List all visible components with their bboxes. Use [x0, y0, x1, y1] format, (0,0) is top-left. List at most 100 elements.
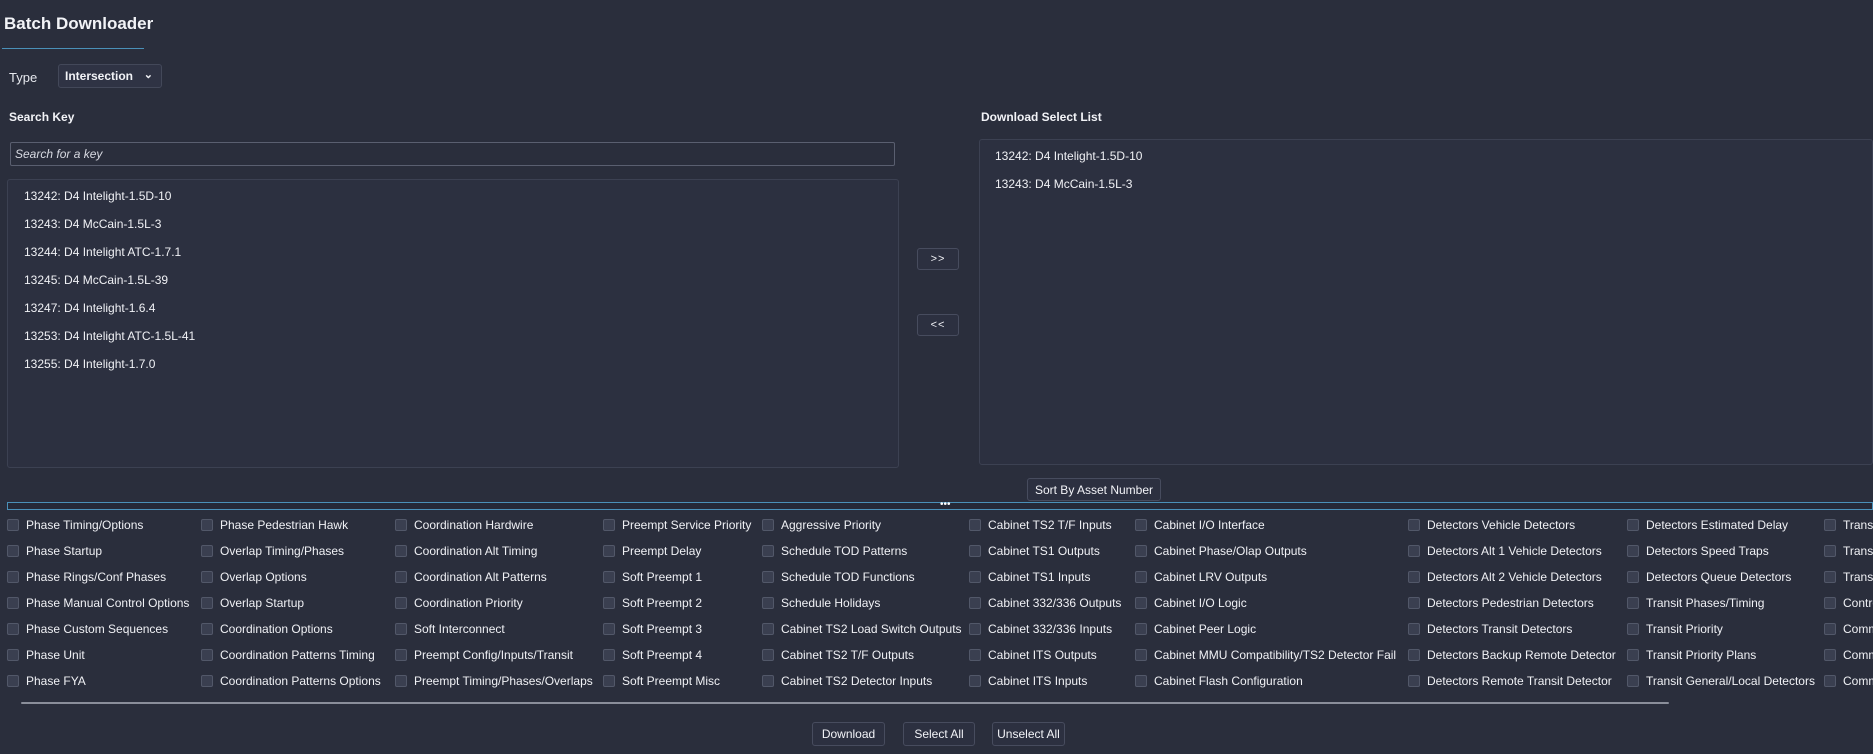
- checkbox[interactable]: [762, 519, 774, 531]
- unselect-all-button[interactable]: Unselect All: [992, 722, 1065, 746]
- checkbox[interactable]: [1135, 597, 1147, 609]
- option-checkbox-row[interactable]: Cabinet LRV Outputs: [1135, 570, 1267, 584]
- option-checkbox-row[interactable]: Phase Manual Control Options: [7, 596, 189, 610]
- checkbox[interactable]: [395, 597, 407, 609]
- checkbox[interactable]: [1408, 597, 1420, 609]
- checkbox[interactable]: [603, 649, 615, 661]
- checkbox[interactable]: [395, 519, 407, 531]
- checkbox[interactable]: [201, 623, 213, 635]
- option-checkbox-row[interactable]: Preempt Timing/Phases/Overlaps: [395, 674, 593, 688]
- option-checkbox-row[interactable]: Comm: [1824, 674, 1873, 688]
- option-checkbox-row[interactable]: Detectors Backup Remote Detector: [1408, 648, 1616, 662]
- option-checkbox-row[interactable]: Cabinet Peer Logic: [1135, 622, 1256, 636]
- checkbox[interactable]: [969, 545, 981, 557]
- checkbox[interactable]: [1135, 649, 1147, 661]
- search-results-list[interactable]: 13242: D4 Intelight-1.5D-10 13243: D4 Mc…: [7, 179, 899, 468]
- checkbox[interactable]: [1627, 675, 1639, 687]
- list-item[interactable]: 13244: D4 Intelight ATC-1.7.1: [24, 245, 181, 259]
- list-item[interactable]: 13247: D4 Intelight-1.6.4: [24, 301, 155, 315]
- list-item[interactable]: 13255: D4 Intelight-1.7.0: [24, 357, 155, 371]
- option-checkbox-row[interactable]: Cabinet I/O Logic: [1135, 596, 1247, 610]
- checkbox[interactable]: [603, 571, 615, 583]
- checkbox[interactable]: [1824, 675, 1836, 687]
- checkbox[interactable]: [201, 597, 213, 609]
- option-checkbox-row[interactable]: Cabinet TS2 T/F Outputs: [762, 648, 914, 662]
- checkbox[interactable]: [603, 519, 615, 531]
- option-checkbox-row[interactable]: Transit Priority Plans: [1627, 648, 1756, 662]
- option-checkbox-row[interactable]: Overlap Timing/Phases: [201, 544, 344, 558]
- checkbox[interactable]: [762, 675, 774, 687]
- checkbox[interactable]: [7, 519, 19, 531]
- list-item[interactable]: 13243: D4 McCain-1.5L-3: [24, 217, 161, 231]
- checkbox[interactable]: [1627, 571, 1639, 583]
- option-checkbox-row[interactable]: Detectors Alt 1 Vehicle Detectors: [1408, 544, 1602, 558]
- checkbox[interactable]: [201, 519, 213, 531]
- checkbox[interactable]: [969, 571, 981, 583]
- sort-by-asset-button[interactable]: Sort By Asset Number: [1027, 478, 1161, 501]
- option-checkbox-row[interactable]: Coordination Patterns Options: [201, 674, 381, 688]
- option-checkbox-row[interactable]: Soft Preempt 4: [603, 648, 702, 662]
- option-checkbox-row[interactable]: Cabinet TS2 T/F Inputs: [969, 518, 1112, 532]
- option-checkbox-row[interactable]: Detectors Estimated Delay: [1627, 518, 1788, 532]
- option-checkbox-row[interactable]: Coordination Patterns Timing: [201, 648, 375, 662]
- option-checkbox-row[interactable]: Cabinet TS1 Outputs: [969, 544, 1100, 558]
- option-checkbox-row[interactable]: Detectors Remote Transit Detector: [1408, 674, 1612, 688]
- option-checkbox-row[interactable]: Transit General/Local Detectors: [1627, 674, 1815, 688]
- search-input[interactable]: [10, 142, 895, 166]
- option-checkbox-row[interactable]: Soft Interconnect: [395, 622, 505, 636]
- checkbox[interactable]: [1135, 571, 1147, 583]
- option-checkbox-row[interactable]: Comm: [1824, 622, 1873, 636]
- option-checkbox-row[interactable]: Phase Custom Sequences: [7, 622, 168, 636]
- option-checkbox-row[interactable]: Cabinet 332/336 Inputs: [969, 622, 1112, 636]
- checkbox[interactable]: [1627, 597, 1639, 609]
- list-item[interactable]: 13253: D4 Intelight ATC-1.5L-41: [24, 329, 195, 343]
- checkbox[interactable]: [762, 597, 774, 609]
- option-checkbox-row[interactable]: Transi: [1824, 544, 1873, 558]
- option-checkbox-row[interactable]: Phase Rings/Conf Phases: [7, 570, 166, 584]
- checkbox[interactable]: [395, 571, 407, 583]
- option-checkbox-row[interactable]: Preempt Config/Inputs/Transit: [395, 648, 573, 662]
- option-checkbox-row[interactable]: Cabinet TS1 Inputs: [969, 570, 1091, 584]
- checkbox[interactable]: [7, 571, 19, 583]
- option-checkbox-row[interactable]: Cabinet Flash Configuration: [1135, 674, 1303, 688]
- checkbox[interactable]: [603, 545, 615, 557]
- checkbox[interactable]: [969, 649, 981, 661]
- option-checkbox-row[interactable]: Cabinet MMU Compatibility/TS2 Detector F…: [1135, 648, 1396, 662]
- checkbox[interactable]: [969, 519, 981, 531]
- option-checkbox-row[interactable]: Schedule TOD Patterns: [762, 544, 907, 558]
- option-checkbox-row[interactable]: Aggressive Priority: [762, 518, 881, 532]
- checkbox[interactable]: [7, 545, 19, 557]
- download-select-list[interactable]: 13242: D4 Intelight-1.5D-10 13243: D4 Mc…: [979, 139, 1873, 465]
- checkbox[interactable]: [1135, 623, 1147, 635]
- option-checkbox-row[interactable]: Detectors Queue Detectors: [1627, 570, 1791, 584]
- checkbox[interactable]: [1408, 649, 1420, 661]
- checkbox[interactable]: [1408, 545, 1420, 557]
- option-checkbox-row[interactable]: Comm: [1824, 648, 1873, 662]
- checkbox[interactable]: [201, 571, 213, 583]
- checkbox[interactable]: [1824, 649, 1836, 661]
- option-checkbox-row[interactable]: Overlap Startup: [201, 596, 304, 610]
- list-item[interactable]: 13245: D4 McCain-1.5L-39: [24, 273, 168, 287]
- option-checkbox-row[interactable]: Soft Preempt 1: [603, 570, 702, 584]
- option-checkbox-row[interactable]: Coordination Hardwire: [395, 518, 533, 532]
- checkbox[interactable]: [1135, 545, 1147, 557]
- checkbox[interactable]: [201, 675, 213, 687]
- checkbox[interactable]: [395, 545, 407, 557]
- checkbox[interactable]: [1627, 545, 1639, 557]
- option-checkbox-row[interactable]: Cabinet Phase/Olap Outputs: [1135, 544, 1307, 558]
- checkbox[interactable]: [1408, 675, 1420, 687]
- option-checkbox-row[interactable]: Soft Preempt 3: [603, 622, 702, 636]
- option-checkbox-row[interactable]: Cabinet I/O Interface: [1135, 518, 1265, 532]
- checkbox[interactable]: [762, 571, 774, 583]
- checkbox[interactable]: [1627, 519, 1639, 531]
- checkbox[interactable]: [1824, 597, 1836, 609]
- remove-from-download-button[interactable]: <<: [917, 314, 959, 336]
- option-checkbox-row[interactable]: Detectors Pedestrian Detectors: [1408, 596, 1594, 610]
- option-checkbox-row[interactable]: Overlap Options: [201, 570, 307, 584]
- option-checkbox-row[interactable]: Detectors Speed Traps: [1627, 544, 1769, 558]
- option-checkbox-row[interactable]: Detectors Transit Detectors: [1408, 622, 1572, 636]
- checkbox[interactable]: [1824, 623, 1836, 635]
- download-button[interactable]: Download: [812, 722, 885, 746]
- checkbox[interactable]: [1135, 675, 1147, 687]
- checkbox[interactable]: [603, 623, 615, 635]
